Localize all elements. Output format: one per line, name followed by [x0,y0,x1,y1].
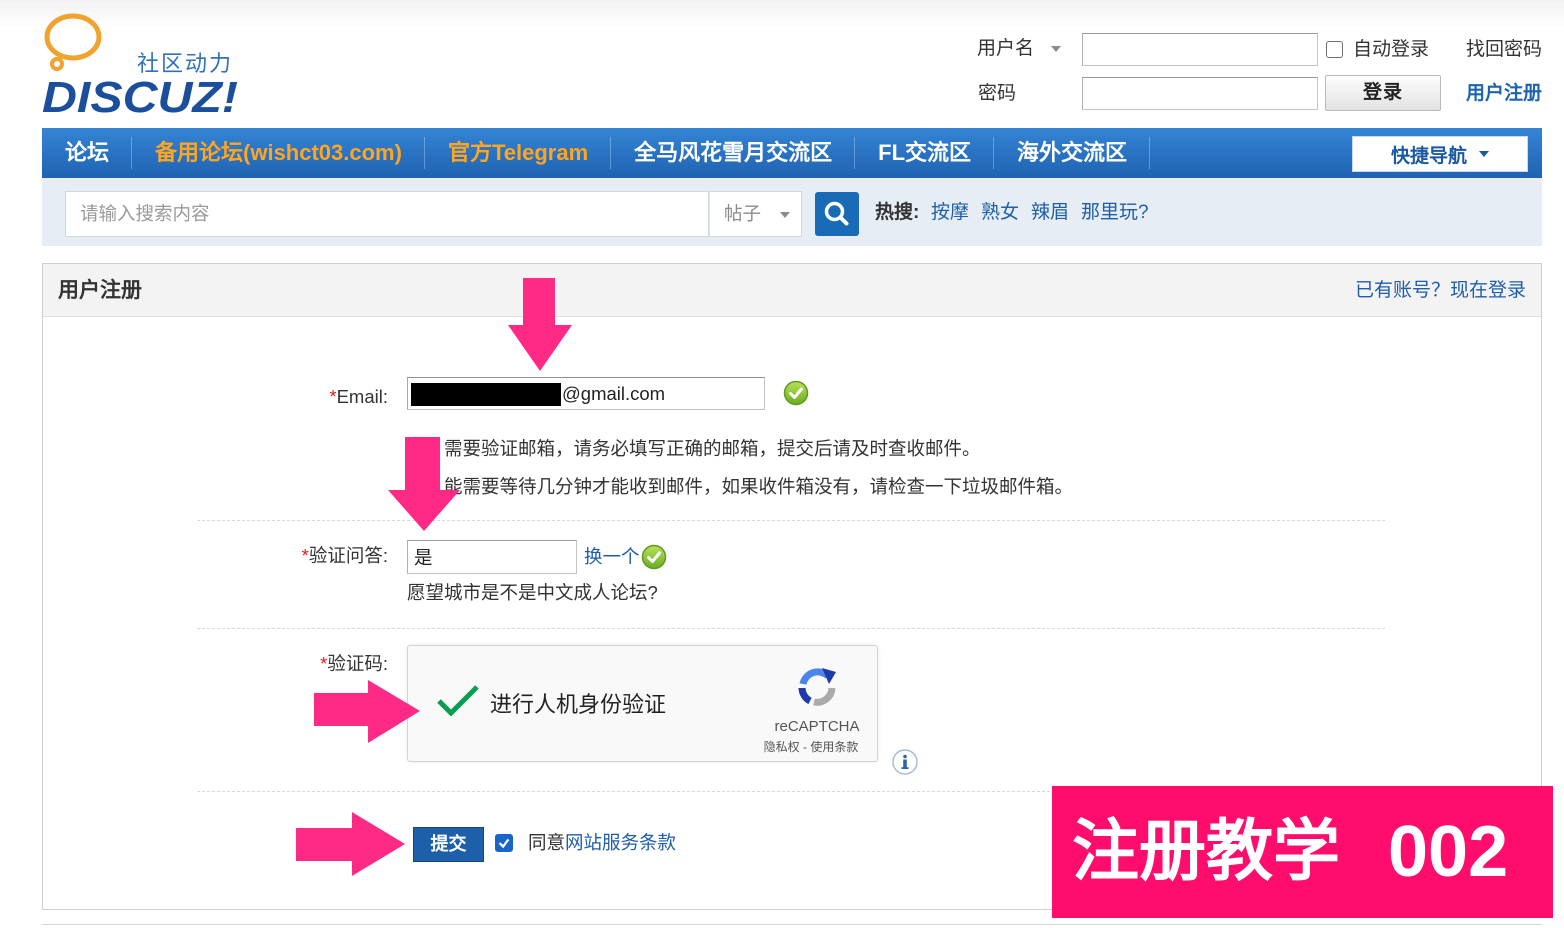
nav-item-fl[interactable]: FL交流区 [855,128,994,178]
divider [197,628,1385,629]
search-bar: 帖子 热搜: 按摩 熟女 辣眉 那里玩? [42,178,1542,246]
email-value: @gmail.com [562,383,666,404]
register-link[interactable]: 用户注册 [1466,81,1542,107]
logo-wordmark: DISCUZ! [42,73,238,122]
search-input[interactable] [65,191,709,237]
existing-account-login-link[interactable]: 已有账号？现在登录 [1355,277,1526,304]
agree-prefix: 同意 [528,832,566,853]
submit-button[interactable]: 提交 [413,827,484,862]
refresh-question-link[interactable]: 换一个 [584,544,640,570]
check-circle-icon [783,380,809,406]
search-icon [824,201,849,226]
divider [197,520,1385,521]
page-title: 用户注册 [58,279,142,302]
info-icon[interactable] [892,749,918,775]
hot-search-term[interactable]: 按摩 [931,200,969,226]
email-hint: 需要验证邮箱，请务必填写正确的邮箱，提交后请及时查收邮件。 [444,438,981,459]
recaptcha-widget: 进行人机身份验证 reCAPTCHA 隐私权 - 使用条款 [407,645,878,762]
password-label: 密码 [978,83,1017,104]
quick-nav-label: 快捷导航 [1390,145,1467,167]
redaction-box [411,383,561,406]
captcha-label: *验证码: [188,651,388,677]
banner-number: 002 [1388,812,1509,892]
hot-search-term[interactable]: 那里玩? [1081,200,1149,226]
hot-search-label: 热搜: [875,202,920,223]
recaptcha-checkbox-label: 进行人机身份验证 [490,692,667,717]
logo-graphic: 社区动力 DISCUZ! [42,13,238,122]
check-circle-icon [641,544,667,570]
required-mark: * [301,545,309,566]
auto-login-label[interactable]: 自动登录 [1353,37,1429,63]
search-button[interactable] [815,192,859,236]
recaptcha-brand: reCAPTCHA [774,718,860,735]
email-label-text: Email: [336,386,388,407]
nav-item-quanma[interactable]: 全马风花雪月交流区 [611,128,856,178]
question-prompt: 愿望城市是不是中文成人论坛? [407,582,658,603]
recaptcha-logo-icon [798,668,836,706]
tutorial-banner: 注册教学 002 [1052,786,1553,918]
quick-nav-button[interactable]: 快捷导航 [1352,136,1528,172]
main-nav: 论坛 备用论坛(wishct03.com) 官方Telegram 全马风花雪月交… [42,128,1542,178]
nav-item-forum[interactable]: 论坛 [42,128,133,178]
nav-item-telegram[interactable]: 官方Telegram [425,128,612,178]
chevron-down-icon [1479,151,1489,157]
search-scope-value: 帖子 [724,203,762,224]
question-label: *验证问答: [188,543,388,569]
login-field-select[interactable]: 用户名 [977,36,1062,62]
hot-search-list: 按摩 熟女 辣眉 那里玩? [931,200,1149,226]
login-field-label: 用户名 [977,38,1035,59]
hot-search-term[interactable]: 辣眉 [1031,200,1069,226]
email-field[interactable]: @gmail.com [407,377,765,410]
forgot-password-link[interactable]: 找回密码 [1466,37,1542,63]
chevron-down-icon [780,212,791,219]
hot-search-term[interactable]: 熟女 [981,200,1019,226]
footer-divider [42,924,1542,925]
search-scope-select[interactable]: 帖子 [709,191,802,237]
email-hint: 能需要等待几分钟才能收到邮件，如果收件箱没有，请检查一下垃圾邮件箱。 [444,476,1074,497]
email-label: *Email: [188,384,388,410]
required-mark: * [329,386,337,407]
password-input[interactable] [1082,77,1318,110]
panel-header: 用户注册 已有账号？现在登录 [43,264,1541,317]
captcha-label-text: 验证码: [327,653,388,674]
recaptcha-privacy-terms[interactable]: 隐私权 - 使用条款 [751,739,871,755]
page: 社区动力 DISCUZ! 用户名 自动登录 找回密码 密码 登录 用户注册 论坛… [0,0,1564,928]
chevron-down-icon [1051,45,1062,52]
banner-title: 注册教学 [1072,814,1340,889]
question-label-text: 验证问答: [308,545,388,566]
discuz-logo[interactable]: 社区动力 DISCUZ! [0,0,260,125]
agree-terms-checkbox[interactable] [495,834,513,852]
terms-of-service-link[interactable]: 网站服务条款 [565,832,676,853]
agree-terms-label: 同意网站服务条款 [528,830,676,856]
checkmark-icon[interactable] [436,684,480,716]
login-button[interactable]: 登录 [1325,75,1441,111]
question-answer-input[interactable] [407,540,577,574]
auto-login-checkbox[interactable] [1326,41,1343,58]
nav-item-backup-forum[interactable]: 备用论坛(wishct03.com) [132,128,425,178]
nav-item-overseas[interactable]: 海外交流区 [994,128,1151,178]
username-input[interactable] [1082,33,1318,66]
